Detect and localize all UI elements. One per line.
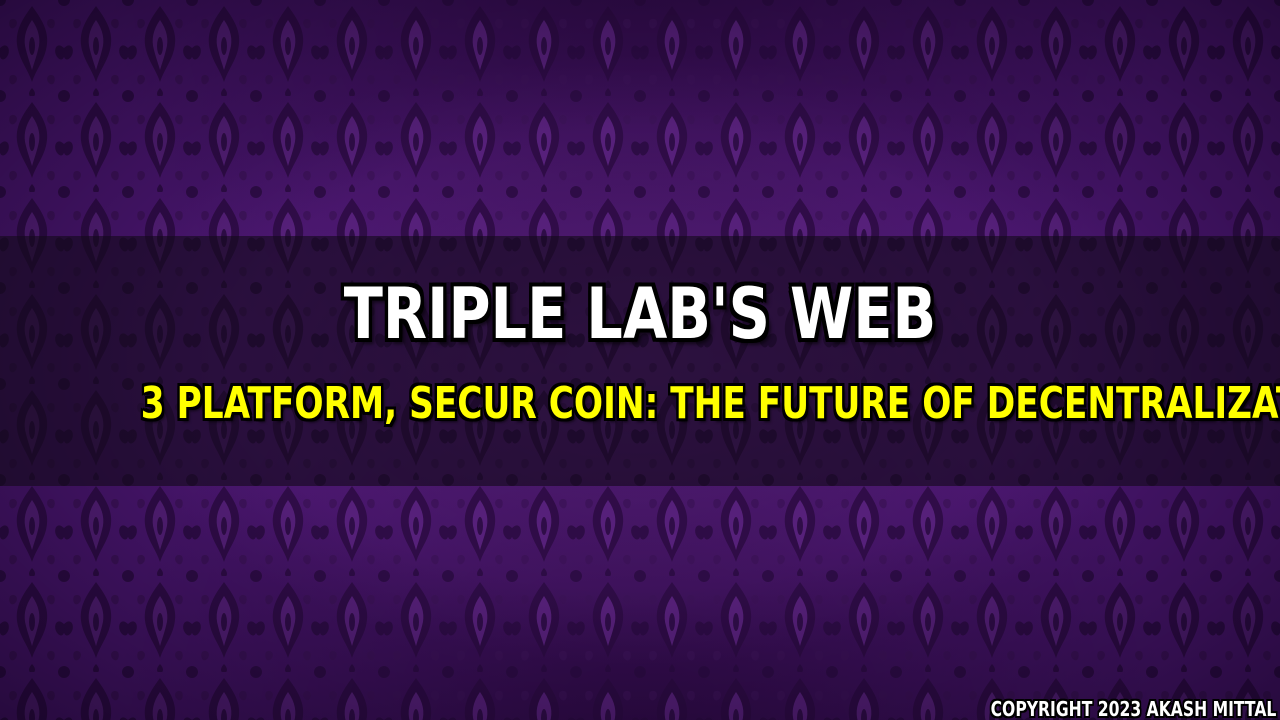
title-text: TRIPLE LAB'S WEB <box>343 273 937 355</box>
subtitle-text: 3 PLATFORM, SECUR COIN: THE FUTURE OF DE… <box>140 378 1280 429</box>
copyright-text: COPYRIGHT 2023 AKASH MITTAL <box>990 697 1276 720</box>
thumbnail-canvas: TRIPLE LAB'S WEB 3 PLATFORM, SECUR COIN:… <box>0 0 1280 720</box>
